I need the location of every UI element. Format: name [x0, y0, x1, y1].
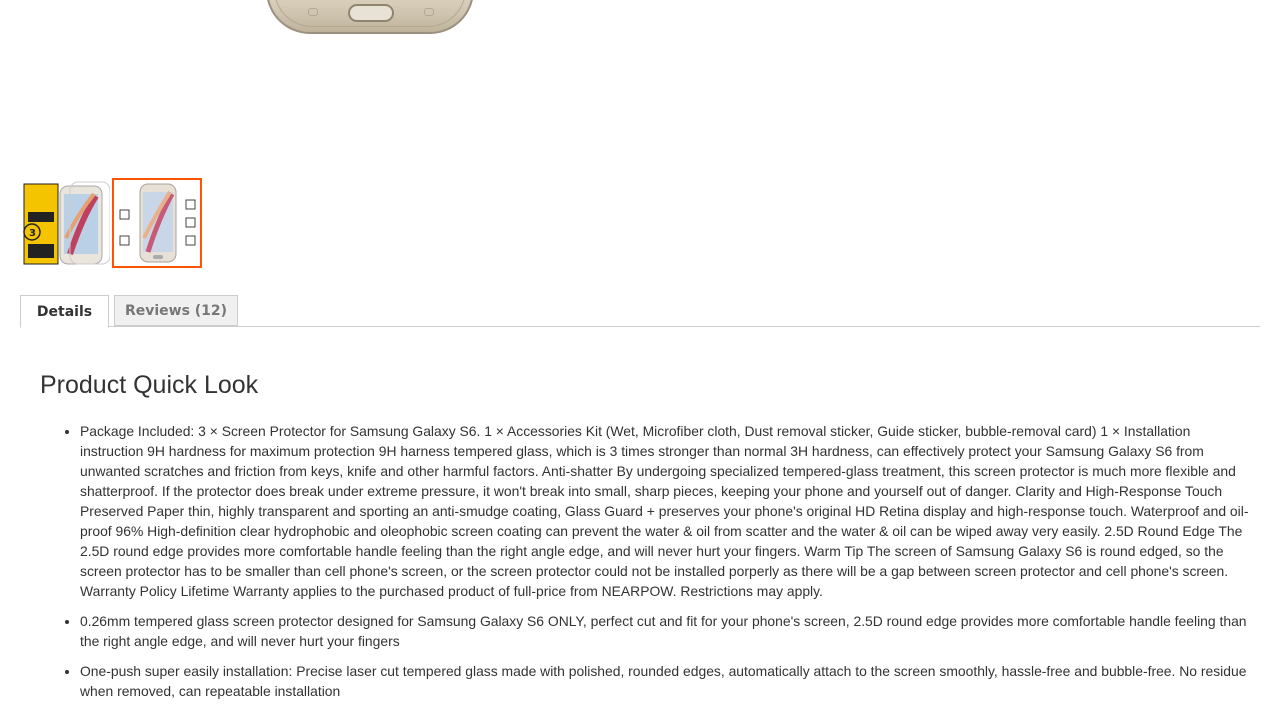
home-button-icon	[348, 4, 394, 22]
list-item: Package Included: 3 × Screen Protector f…	[80, 421, 1250, 601]
phone-image	[266, 0, 474, 34]
product-thumbnail-package[interactable]: 3	[20, 178, 110, 268]
tab-reviews[interactable]: Reviews (12)	[114, 295, 238, 326]
back-key-icon	[308, 8, 318, 16]
section-title: Product Quick Look	[40, 371, 259, 399]
details-panel: Product Quick Look Package Included: 3 ×…	[40, 368, 1250, 711]
tab-details[interactable]: Details	[20, 295, 109, 328]
phone-features-image-icon	[119, 183, 196, 263]
product-thumbnail-phone[interactable]	[112, 178, 202, 268]
package-image-icon: 3	[23, 181, 110, 265]
list-item: 0.26mm tempered glass screen protector d…	[80, 611, 1250, 651]
feature-list: Package Included: 3 × Screen Protector f…	[40, 421, 1250, 701]
recent-apps-key-icon	[424, 8, 434, 16]
list-item: One-push super easily installation: Prec…	[80, 661, 1250, 701]
product-main-image[interactable]	[262, 0, 478, 40]
product-info-tabs: Details Reviews (12)	[20, 295, 1260, 328]
svg-text:3: 3	[29, 228, 36, 239]
